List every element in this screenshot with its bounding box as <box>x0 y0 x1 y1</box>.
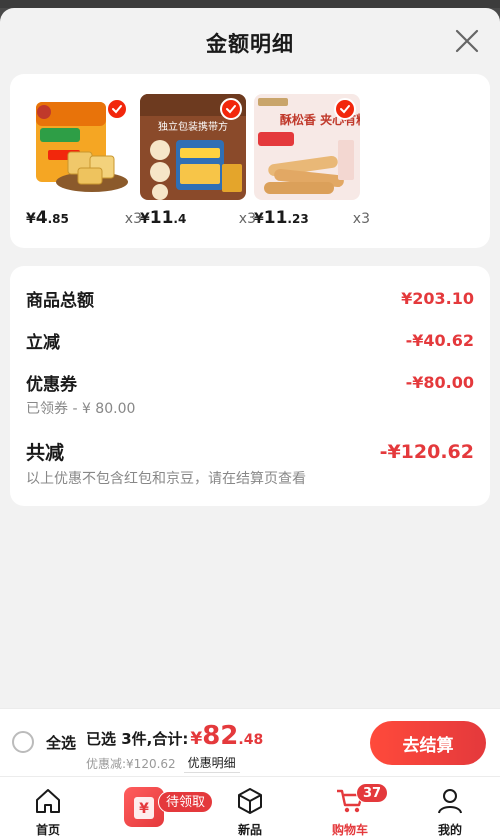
product-list-card: ¥4.85 x3 独立包装携带方 ¥11.4 x3 酥松香 夹心有料 ¥11.2… <box>10 74 490 248</box>
tab-mine[interactable]: 我的 <box>410 777 490 840</box>
product-image: 酥松香 夹心有料 <box>254 94 360 200</box>
tab-promo[interactable]: ¥ 待领取 <box>118 783 214 839</box>
tab-new[interactable]: 新品 <box>210 777 290 840</box>
instant-discount-value: -¥40.62 <box>405 331 474 350</box>
coupon-label: 优惠券 <box>26 375 77 395</box>
select-all-radio[interactable] <box>12 731 34 753</box>
cart-count-badge: 37 <box>356 783 389 803</box>
product-item[interactable]: ¥4.85 x3 <box>26 94 142 228</box>
total-line: 已选 3件,合计: ¥ 82 .48 <box>86 721 263 751</box>
checked-icon <box>220 98 242 120</box>
total-row: 商品总额 ¥203.10 <box>26 286 474 311</box>
coupon-note: 已领券 - ¥ 80.00 <box>26 401 136 417</box>
discount-detail-link[interactable]: 优惠明细 <box>183 753 240 773</box>
checked-icon <box>106 98 128 120</box>
checked-icon <box>334 98 356 120</box>
coupon-row: 优惠券 -¥80.00 <box>26 370 474 395</box>
total-amount-int: 82 <box>202 721 239 751</box>
total-currency: ¥ <box>190 729 203 749</box>
product-image <box>26 94 132 200</box>
instant-discount-label: 立减 <box>26 333 60 353</box>
close-icon[interactable] <box>454 28 480 54</box>
checkout-button[interactable]: 去结算 <box>370 721 486 765</box>
total-amount-dec: .48 <box>238 732 264 748</box>
promo-badge: 待领取 <box>158 791 214 813</box>
coupon-value: -¥80.00 <box>405 373 474 392</box>
selected-count-text: 已选 3件,合计: <box>86 730 189 748</box>
combined-discount-value: -¥120.62 <box>379 440 474 463</box>
combined-discount-label: 共减 <box>26 442 65 464</box>
tab-bar: 首页 ¥ 待领取 新品 购物车 37 我的 <box>0 776 500 840</box>
saved-amount: 优惠减:¥120.62 <box>86 756 176 771</box>
product-price: ¥11.4 <box>140 208 187 228</box>
svg-text:¥: ¥ <box>139 801 149 817</box>
tab-cart[interactable]: 购物车 37 <box>310 777 390 840</box>
product-image-text: 独立包装携带方 <box>158 120 228 133</box>
user-icon <box>438 789 462 814</box>
product-item[interactable]: 酥松香 夹心有料 ¥11.23 x3 <box>254 94 370 228</box>
product-price: ¥11.23 <box>254 208 309 228</box>
product-item[interactable]: 独立包装携带方 ¥11.4 x3 <box>140 94 256 228</box>
checkout-bar: 全选 已选 3件,合计: ¥ 82 .48 优惠减:¥120.62 优惠明细 去… <box>0 708 500 776</box>
product-image: 独立包装携带方 <box>140 94 246 200</box>
amount-summary-card: 商品总额 ¥203.10 立减 -¥40.62 优惠券 -¥80.00 已领券 … <box>10 266 490 506</box>
product-quantity: x3 <box>352 211 370 227</box>
home-icon <box>36 789 60 813</box>
discount-footnote: 以上优惠不包含红包和京豆，请在结算页查看 <box>26 471 306 487</box>
red-packet-icon: ¥ <box>124 787 164 827</box>
amount-detail-sheet: 金额明细 ¥4.85 x3 独立包装携带方 ¥11.4 x3 酥松香 夹心有料 … <box>0 8 500 840</box>
tab-home[interactable]: 首页 <box>8 777 88 840</box>
status-bar <box>0 0 500 8</box>
saved-line: 优惠减:¥120.62 优惠明细 <box>86 753 240 773</box>
product-price: ¥4.85 <box>26 208 69 228</box>
instant-discount-row: 立减 -¥40.62 <box>26 328 474 353</box>
box-icon <box>238 788 262 814</box>
sheet-title: 金额明细 <box>206 32 294 56</box>
combined-discount-row: 共减 -¥120.62 <box>26 438 474 465</box>
sheet-header: 金额明细 <box>0 8 500 78</box>
total-label: 商品总额 <box>26 291 94 311</box>
select-all-label[interactable]: 全选 <box>46 732 76 753</box>
total-value: ¥203.10 <box>401 289 474 308</box>
